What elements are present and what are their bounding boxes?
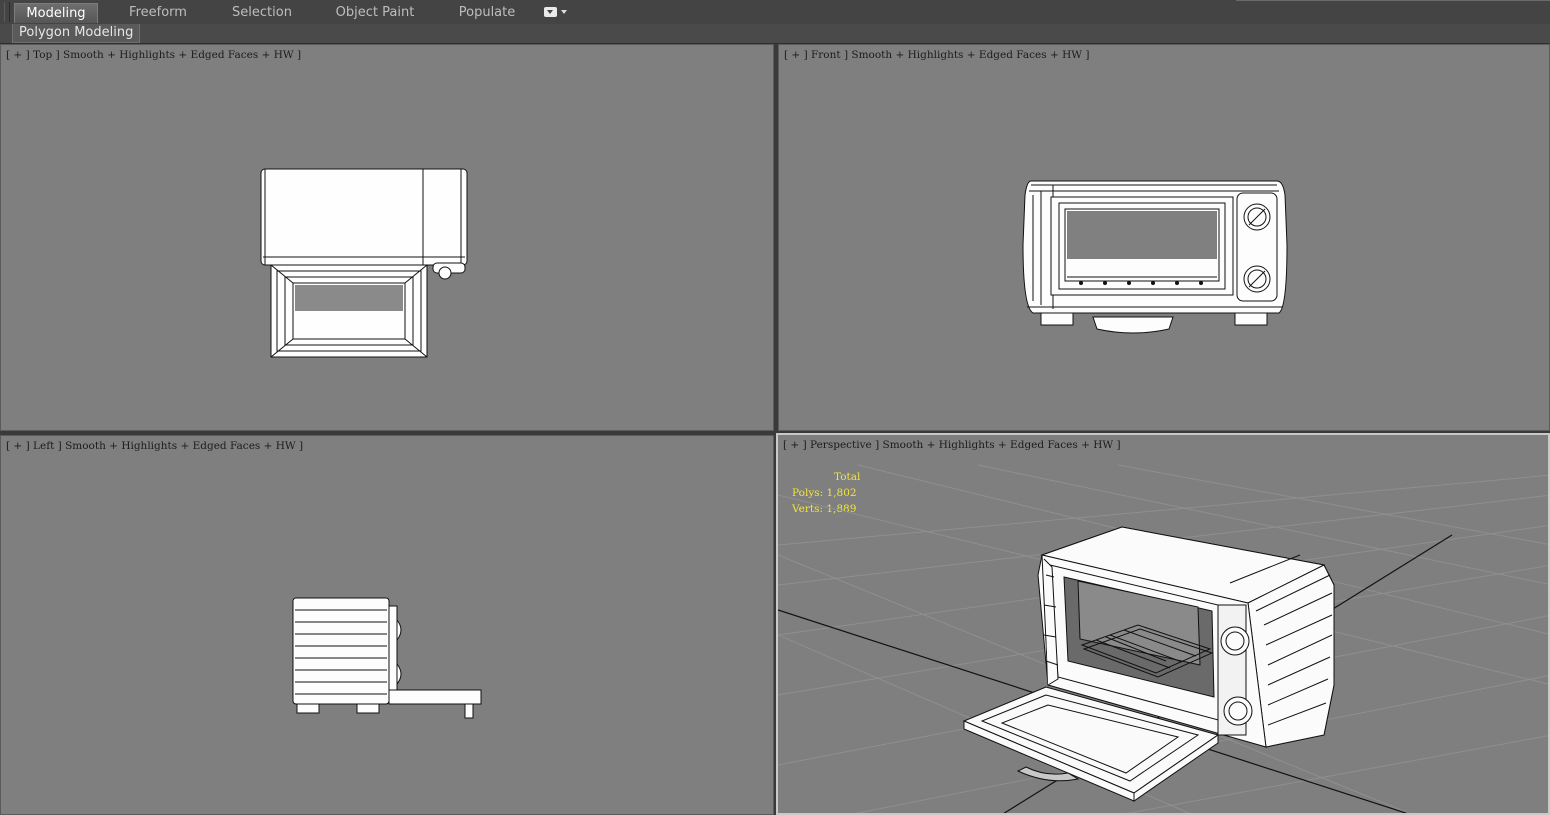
ribbon-options-icon — [544, 7, 557, 17]
tab-modeling[interactable]: Modeling — [14, 3, 98, 23]
top-view-toaster-oven — [260, 168, 468, 358]
ribbon-grip-handle[interactable] — [4, 2, 10, 22]
perspective-view-toaster-oven — [778, 464, 1548, 813]
viewport-left[interactable]: [ + ] Left ] Smooth + Highlights + Edged… — [0, 435, 774, 815]
front-view-toaster-oven — [1022, 180, 1288, 334]
ribbon-panel-row: Polygon Modeling — [0, 24, 1550, 44]
viewport-front[interactable]: [ + ] Front ] Smooth + Highlights + Edge… — [778, 44, 1550, 431]
ribbon-options-dropdown[interactable] — [544, 7, 572, 19]
polygon-modeling-panel-button[interactable]: Polygon Modeling — [12, 24, 141, 43]
ribbon-tab-bar: Modeling Freeform Selection Object Paint… — [0, 0, 1550, 25]
chevron-down-icon — [561, 10, 567, 14]
tab-freeform[interactable]: Freeform — [118, 3, 198, 23]
viewport-top[interactable]: [ + ] Top ] Smooth + Highlights + Edged … — [0, 44, 774, 431]
tab-selection[interactable]: Selection — [222, 3, 302, 23]
tab-object-paint[interactable]: Object Paint — [332, 3, 418, 23]
viewport-perspective[interactable]: [ + ] Perspective ] Smooth + Highlights … — [776, 433, 1550, 815]
left-view-toaster-oven — [292, 597, 482, 719]
tab-populate[interactable]: Populate — [452, 3, 522, 23]
ribbon-divider — [1236, 0, 1550, 1]
